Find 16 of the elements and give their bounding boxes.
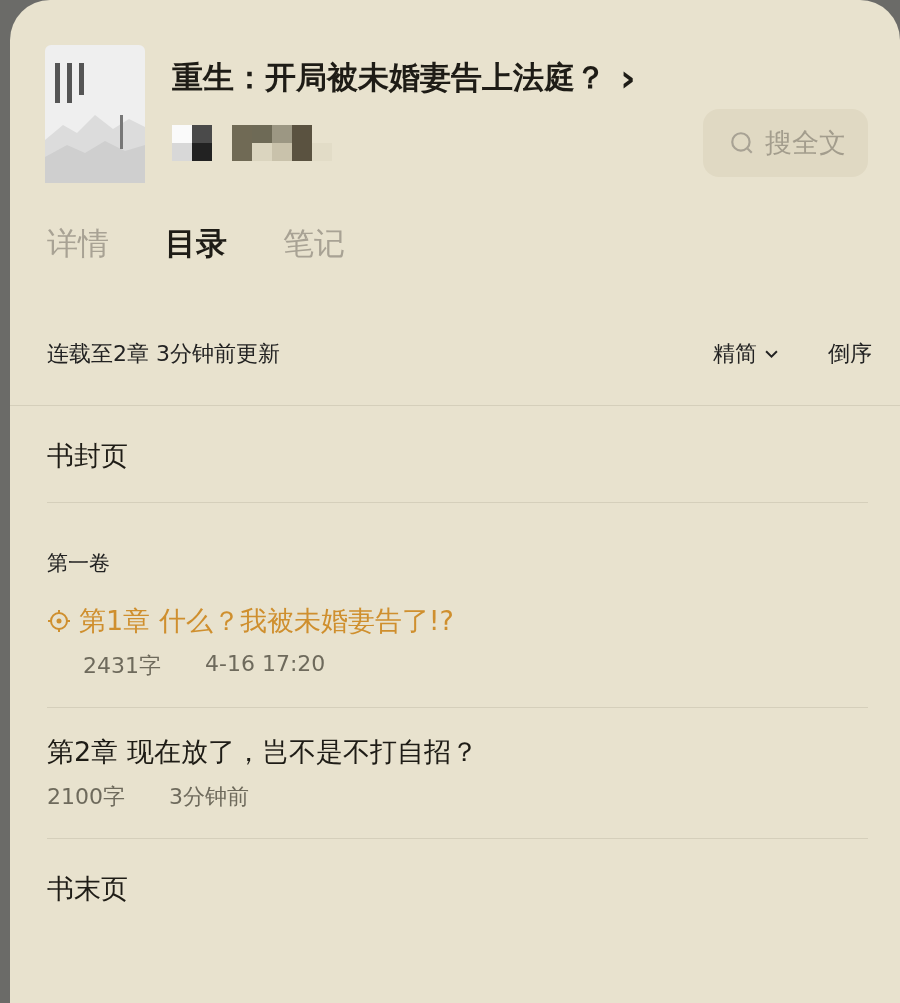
volume-heading: 第一卷	[47, 551, 110, 575]
filter-dropdown[interactable]: 精简	[713, 339, 778, 369]
toc-entry[interactable]: 书末页	[47, 873, 128, 904]
update-time: 3分钟前	[169, 783, 249, 811]
sort-order-button[interactable]: 倒序	[828, 339, 872, 369]
update-status: 连载至2章 3分钟前更新	[47, 340, 281, 368]
toc-entry[interactable]: 书封页	[47, 440, 128, 471]
caret-icon	[765, 349, 778, 359]
book-title[interactable]: 重生：开局被未婚妻告上法庭？	[172, 57, 606, 99]
chapter-title[interactable]: 第2章 现在放了，岂不是不打自招？	[47, 734, 478, 770]
word-count: 2100字	[47, 783, 125, 811]
word-count: 2431字	[83, 652, 161, 680]
update-time: 4-16 17:20	[205, 651, 326, 678]
tab[interactable]: 目录	[165, 223, 227, 265]
search-icon	[729, 130, 755, 156]
chevron-icon[interactable]: ›	[620, 59, 636, 97]
